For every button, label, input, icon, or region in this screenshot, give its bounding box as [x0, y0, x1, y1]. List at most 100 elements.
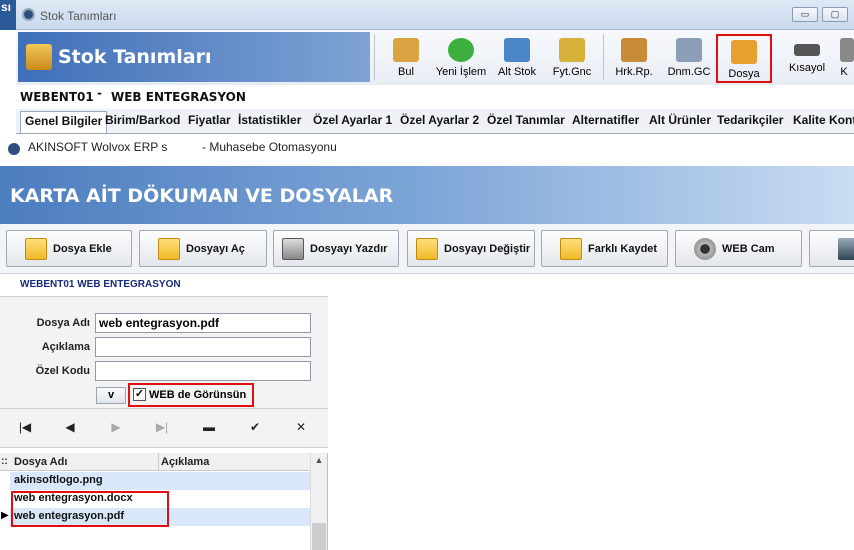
delete-record-icon[interactable]: ▬	[194, 414, 224, 440]
folder-save-icon	[560, 237, 582, 260]
file-name-label: Dosya Adı	[36, 317, 90, 329]
app-icon	[22, 8, 35, 21]
stock-dash: -	[97, 86, 102, 100]
change-file-label: Dosyayı Değiştir	[444, 242, 531, 255]
search-icon	[393, 38, 419, 62]
table-row[interactable]: akinsoftlogo.png	[10, 472, 310, 490]
v-button[interactable]: v	[96, 387, 126, 404]
print-file-label: Dosyayı Yazdır	[310, 242, 388, 255]
change-file-button[interactable]: Dosyayı Değiştir	[407, 230, 535, 267]
printer-icon	[282, 237, 304, 260]
more-label: K	[840, 66, 848, 78]
price-update-button[interactable]: Fyt.Gnc	[544, 34, 600, 82]
column-file-name[interactable]: Dosya Adı	[14, 456, 67, 468]
akinsoft-icon	[8, 143, 20, 155]
movement-report-label: Hrk.Rp.	[615, 66, 653, 78]
first-record-icon[interactable]: |◀	[10, 414, 40, 440]
row-file-name: akinsoftlogo.png	[14, 474, 103, 486]
tab-suppliers[interactable]: Tedarikçiler	[717, 113, 783, 127]
sub-stock-button[interactable]: Alt Stok	[489, 34, 545, 82]
minimize-button[interactable]: ▭	[792, 7, 818, 22]
record-subtitle: WEBENT01 WEB ENTEGRASYON	[20, 279, 181, 290]
save-as-button[interactable]: Farklı Kaydet	[541, 230, 668, 267]
more-icon	[840, 38, 854, 62]
folder-open-icon	[158, 237, 180, 260]
file-folder-icon	[731, 40, 757, 64]
scan-button[interactable]	[809, 230, 854, 267]
special-code-input[interactable]	[95, 361, 311, 381]
prev-record-icon[interactable]: ◀	[55, 414, 85, 440]
tab-prices[interactable]: Fiyatlar	[188, 113, 231, 127]
file-button[interactable]: Dosya	[716, 34, 772, 83]
tab-unit-barcode[interactable]: Birim/Barkod	[105, 113, 180, 127]
more-button[interactable]: K	[834, 34, 854, 82]
module-name: - Muhasebe Otomasyonu	[202, 140, 337, 154]
scroll-up-icon[interactable]: ▲	[311, 455, 327, 465]
description-input[interactable]	[95, 337, 311, 357]
tab-general[interactable]: Genel Bilgiler	[20, 111, 108, 133]
files-highlight	[11, 491, 169, 527]
document-icon	[676, 38, 702, 62]
folder-add-icon	[25, 237, 47, 260]
current-row-indicator: ▶	[1, 510, 9, 521]
preview-pane	[330, 296, 854, 550]
banner-title: Stok Tanımları	[58, 46, 212, 68]
open-file-button[interactable]: Dosyayı Aç	[139, 230, 267, 267]
search-label: Bul	[398, 66, 414, 78]
app-name: AKINSOFT Wolvox ERP s	[28, 140, 168, 154]
cancel-record-icon[interactable]: ✕	[286, 414, 316, 440]
grid-scrollbar[interactable]: ▲	[310, 453, 327, 550]
background-window-stub: sı	[0, 0, 16, 30]
last-record-icon[interactable]: ▶|	[147, 414, 177, 440]
add-file-button[interactable]: Dosya Ekle	[6, 230, 132, 267]
print-file-button[interactable]: Dosyayı Yazdır	[273, 230, 399, 267]
search-button[interactable]: Bul	[378, 34, 434, 82]
folder-refresh-icon	[416, 237, 438, 260]
toolbar-separator	[603, 34, 604, 80]
add-file-label: Dosya Ekle	[53, 242, 112, 255]
new-transaction-button[interactable]: Yeni İşlem	[433, 34, 489, 82]
window-titlebar	[0, 0, 854, 30]
tab-alternatives[interactable]: Alternatifler	[572, 113, 639, 127]
shortcut-button[interactable]: Kısayol	[779, 34, 835, 82]
network-icon	[504, 38, 530, 62]
maximize-button[interactable]: ▢	[822, 7, 848, 22]
tab-custom-settings-1[interactable]: Özel Ayarlar 1	[313, 113, 392, 127]
webcam-button[interactable]: WEB Cam	[675, 230, 802, 267]
file-label: Dosya	[728, 68, 760, 80]
tab-quality-control[interactable]: Kalite Kont	[793, 113, 854, 127]
tab-custom-settings-2[interactable]: Özel Ayarlar 2	[400, 113, 479, 127]
section-header: KARTA AİT DÖKUMAN VE DOSYALAR	[0, 166, 854, 224]
description-label: Açıklama	[41, 341, 90, 353]
plus-icon	[448, 38, 474, 62]
column-description[interactable]: Açıklama	[161, 456, 209, 468]
next-record-icon[interactable]: ▶	[101, 414, 131, 440]
tab-statistics[interactable]: İstatistikler	[238, 113, 301, 127]
grid-corner: ::	[1, 456, 8, 467]
web-visible-checkbox[interactable]: ✓ WEB de Görünsün	[133, 388, 246, 401]
special-code-label: Özel Kodu	[35, 365, 90, 377]
report-icon	[621, 38, 647, 62]
open-file-label: Dosyayı Aç	[186, 242, 245, 255]
file-name-input[interactable]	[95, 313, 311, 333]
column-divider	[158, 453, 159, 471]
scroll-thumb[interactable]	[312, 523, 326, 550]
web-visible-label: WEB de Görünsün	[149, 388, 247, 401]
scanner-icon	[838, 237, 854, 260]
window-title: Stok Tanımları	[40, 9, 117, 23]
sub-stock-label: Alt Stok	[498, 66, 536, 78]
period-button[interactable]: Dnm.GC	[661, 34, 717, 82]
tab-sub-products[interactable]: Alt Ürünler	[649, 113, 711, 127]
keyboard-icon	[794, 44, 820, 56]
tab-custom-definitions[interactable]: Özel Tanımlar	[487, 113, 565, 127]
movement-report-button[interactable]: Hrk.Rp.	[606, 34, 662, 82]
toolbar-separator	[374, 34, 375, 80]
section-title: KARTA AİT DÖKUMAN VE DOSYALAR	[10, 185, 394, 207]
shortcut-label: Kısayol	[788, 62, 826, 74]
price-update-label: Fyt.Gnc	[552, 66, 592, 78]
stock-name: WEB ENTEGRASYON	[111, 90, 246, 104]
stock-code: WEBENT01	[20, 90, 94, 104]
money-icon	[559, 38, 585, 62]
confirm-record-icon[interactable]: ✔	[240, 414, 270, 440]
period-label: Dnm.GC	[667, 66, 711, 78]
